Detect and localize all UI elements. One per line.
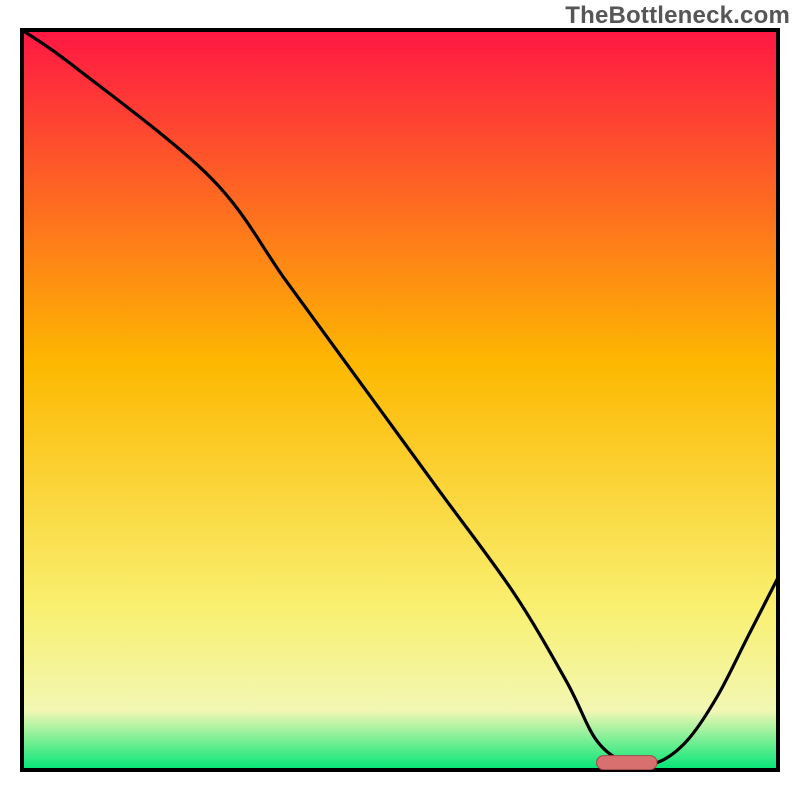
chart-container: TheBottleneck.com <box>0 0 800 800</box>
optimum-marker <box>597 756 657 770</box>
plot-background <box>22 30 778 770</box>
chart-svg <box>0 0 800 800</box>
